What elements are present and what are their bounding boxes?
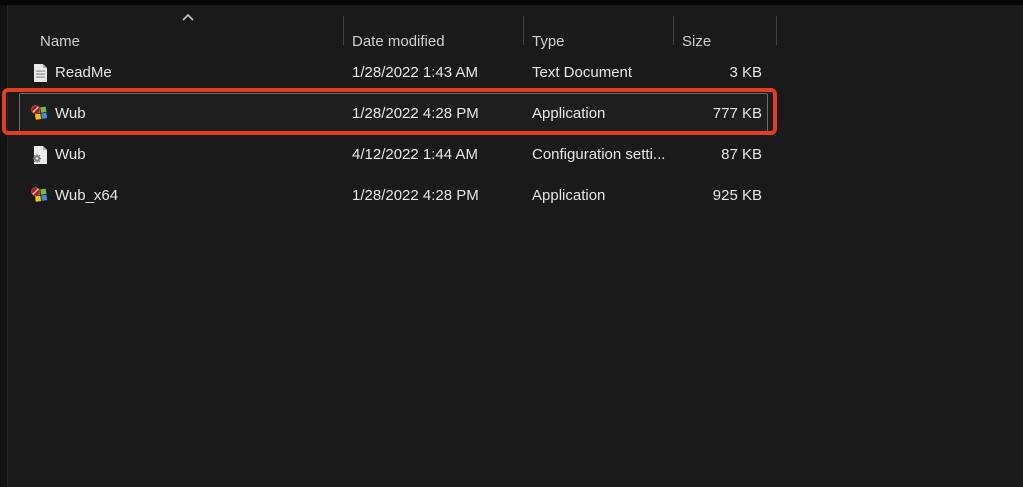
file-explorer-window: Name Date modified Type Size ReadMe 1/28… (0, 0, 1023, 487)
file-size: 777 KB (712, 105, 762, 122)
file-date-modified: 1/28/2022 1:43 AM (352, 64, 478, 81)
file-name: Wub_x64 (55, 187, 119, 204)
column-header-type[interactable]: Type (532, 33, 565, 50)
file-type: Application (532, 187, 606, 204)
sort-ascending-chevron-icon (182, 13, 194, 21)
file-size: 87 KB (721, 146, 762, 163)
column-resize-handle[interactable] (673, 16, 674, 45)
column-header-name[interactable]: Name (40, 33, 80, 50)
file-name: ReadMe (55, 64, 112, 81)
column-resize-handle[interactable] (523, 16, 524, 45)
wub-application-icon (31, 105, 49, 123)
file-name: Wub (55, 105, 86, 122)
file-name: Wub (55, 146, 86, 163)
column-resize-handle[interactable] (776, 16, 777, 45)
file-row-wub-config[interactable]: Wub 4/12/2022 1:44 AM Configuration sett… (0, 134, 1023, 175)
window-top-edge (0, 0, 1023, 5)
file-type: Configuration setti... (532, 146, 666, 163)
text-document-icon (31, 63, 49, 82)
file-size: 925 KB (712, 187, 762, 204)
file-size: 3 KB (729, 64, 762, 81)
file-row-wub-x64[interactable]: Wub_x64 1/28/2022 4:28 PM Application 92… (0, 175, 1023, 216)
column-header-size[interactable]: Size (682, 33, 711, 50)
file-list: ReadMe 1/28/2022 1:43 AM Text Document 3… (0, 52, 1023, 216)
file-type: Application (532, 105, 606, 122)
file-date-modified: 1/28/2022 4:28 PM (352, 187, 479, 204)
file-row-wub-application[interactable]: Wub 1/28/2022 4:28 PM Application 777 KB (0, 93, 1023, 134)
file-row-readme[interactable]: ReadMe 1/28/2022 1:43 AM Text Document 3… (0, 52, 1023, 93)
file-date-modified: 1/28/2022 4:28 PM (352, 105, 479, 122)
column-header-date-modified[interactable]: Date modified (352, 33, 445, 50)
file-type: Text Document (532, 64, 633, 81)
column-resize-handle[interactable] (343, 16, 344, 45)
column-header-bar: Name Date modified Type Size (0, 12, 1023, 50)
file-date-modified: 4/12/2022 1:44 AM (352, 146, 478, 163)
wub-application-icon (31, 187, 49, 205)
configuration-settings-icon (31, 145, 49, 164)
